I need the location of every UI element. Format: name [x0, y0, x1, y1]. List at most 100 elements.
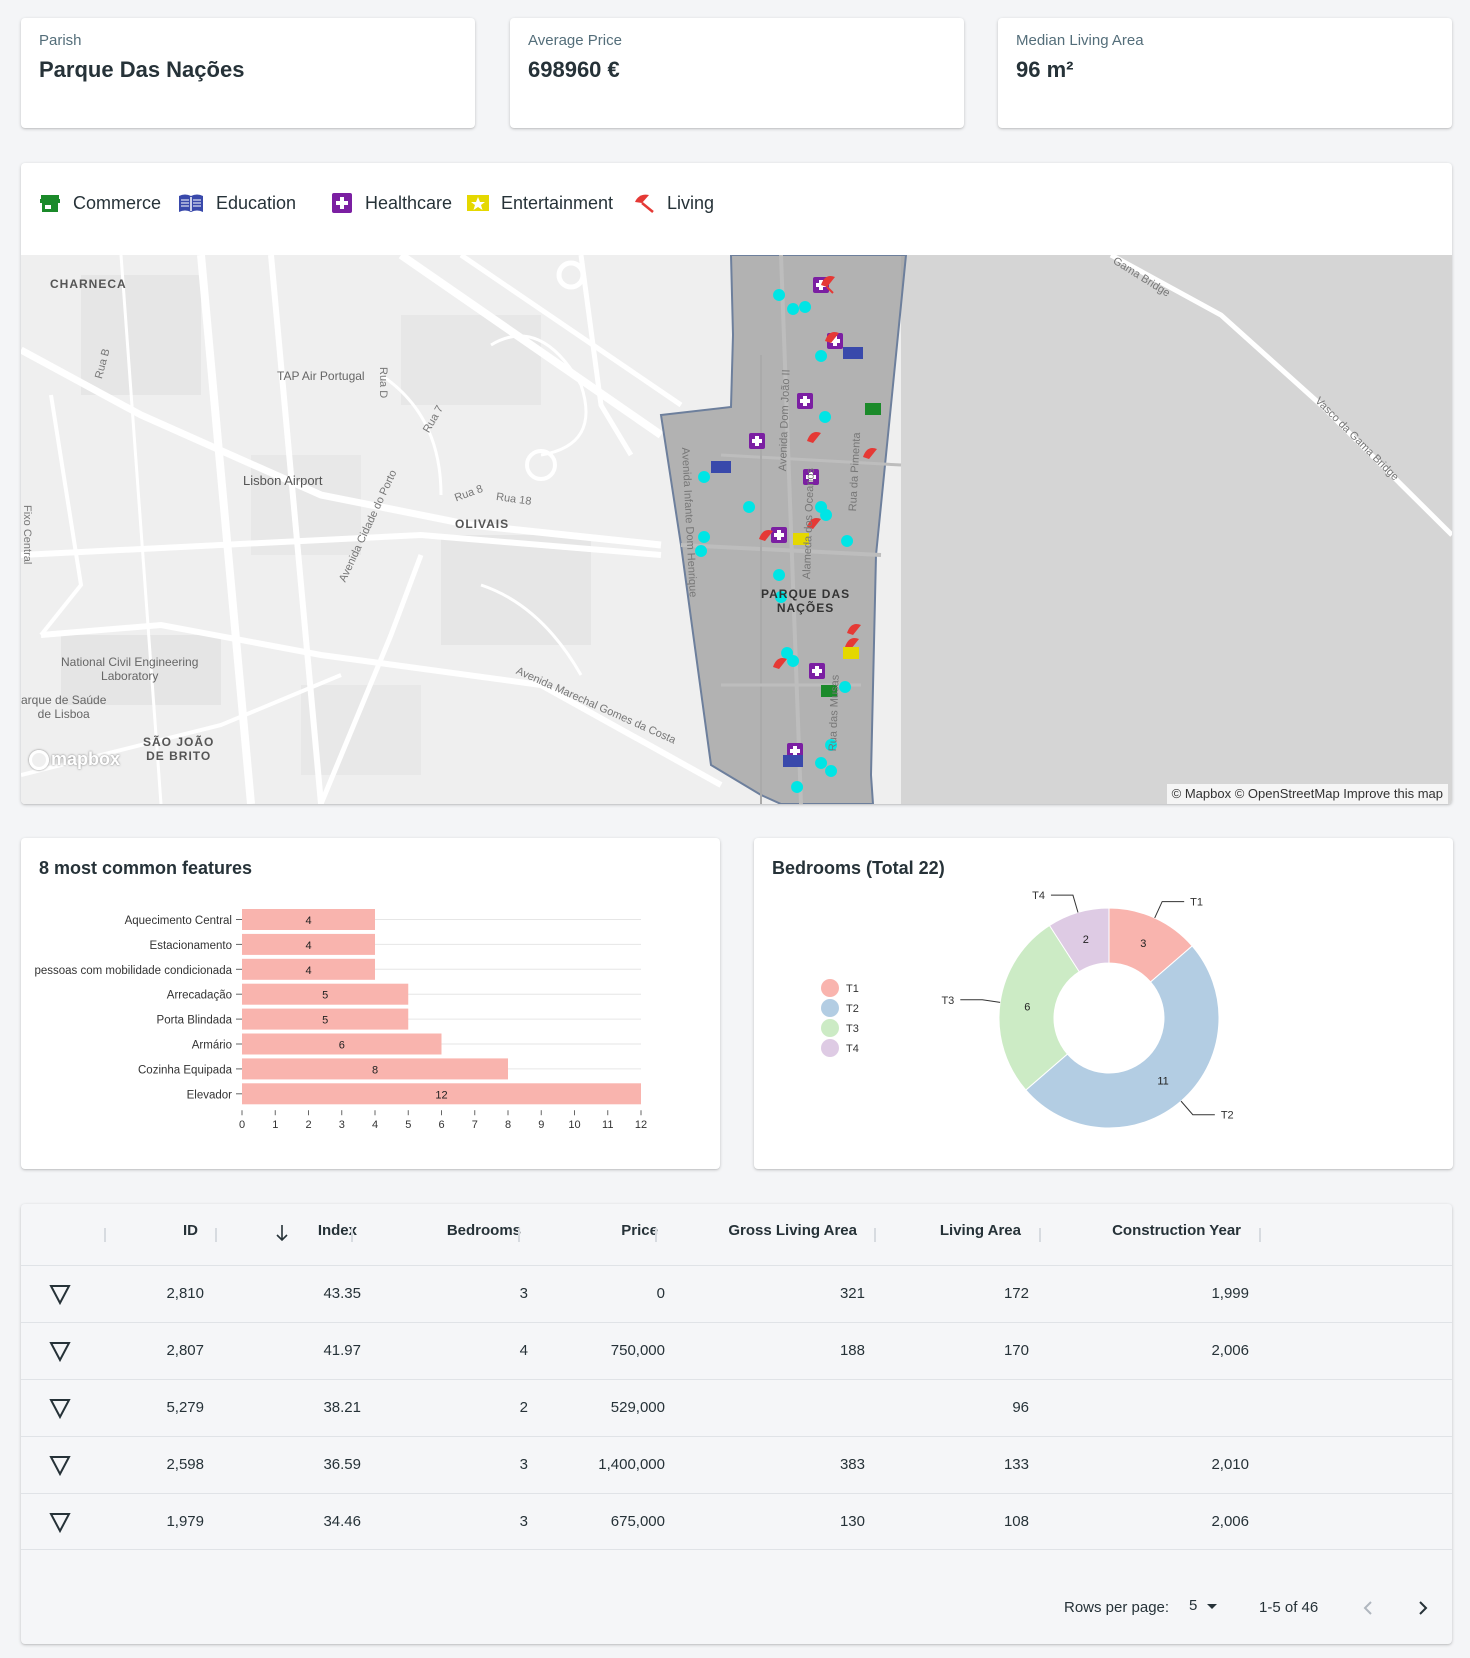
- stat-value: Parque Das Nações: [39, 57, 245, 82]
- mapbox-logo-icon: [29, 749, 49, 770]
- cell-construction-year: 1,999: [1211, 1285, 1249, 1302]
- x-tick-label: 3: [339, 1119, 345, 1131]
- legend-swatch: [821, 979, 839, 997]
- header-bedrooms[interactable]: Bedrooms: [401, 1222, 521, 1239]
- slice-value-label: 6: [1024, 1001, 1030, 1013]
- cell-id: 2,598: [166, 1456, 204, 1473]
- cell-index: 41.97: [323, 1342, 361, 1359]
- header-construction-year[interactable]: Construction Year: [1041, 1222, 1241, 1239]
- map-label-tap: TAP Air Portugal: [277, 369, 365, 383]
- next-page-icon[interactable]: [1412, 1598, 1432, 1618]
- stat-label: Average Price: [528, 32, 622, 49]
- category-label: Aquecimento Central: [125, 915, 232, 927]
- book-icon: [179, 194, 203, 212]
- map-legend: Commerce Education Healthcare Entertainm…: [39, 188, 1039, 218]
- cell-living-area: 108: [1003, 1513, 1029, 1530]
- table-row[interactable]: 2,810 43.35 3 0 321 172 1,999: [21, 1265, 1452, 1322]
- map-label-fixo-central: Fixo Central: [21, 505, 33, 565]
- header-price[interactable]: Price: [541, 1222, 658, 1239]
- table-row[interactable]: 2,807 41.97 4 750,000 188 170 2,006: [21, 1322, 1452, 1379]
- poi-markers: [695, 276, 881, 793]
- expand-row-icon[interactable]: [49, 1454, 71, 1476]
- bar-value-label: 12: [435, 1089, 447, 1101]
- bar-value-label: 4: [305, 915, 311, 927]
- x-tick-label: 6: [438, 1119, 444, 1131]
- medical-cross-icon: [332, 193, 352, 213]
- column-separator[interactable]: [104, 1228, 106, 1242]
- store-icon: [40, 195, 60, 212]
- sort-desc-icon[interactable]: [275, 1224, 289, 1247]
- cell-price: 1,400,000: [598, 1456, 665, 1473]
- expand-row-icon[interactable]: [49, 1340, 71, 1362]
- header-gross-living-area[interactable]: Gross Living Area: [661, 1222, 857, 1239]
- slice-name-label: T1: [1190, 897, 1203, 909]
- expand-row-icon[interactable]: [49, 1283, 71, 1305]
- cell-construction-year: 2,006: [1211, 1513, 1249, 1530]
- stat-card-average-price: Average Price 698960 €: [510, 18, 964, 128]
- category-label: Armário: [192, 1040, 232, 1052]
- header-index[interactable]: Index: [291, 1222, 357, 1239]
- column-separator[interactable]: [655, 1228, 657, 1242]
- table-row[interactable]: 5,279 38.21 2 529,000 96: [21, 1379, 1452, 1436]
- legend-swatch: [821, 1039, 839, 1057]
- x-tick-label: 7: [472, 1119, 478, 1131]
- column-separator[interactable]: [215, 1228, 217, 1242]
- map-attribution[interactable]: © Mapbox © OpenStreetMap Improve this ma…: [1166, 784, 1448, 804]
- previous-page-icon[interactable]: [1359, 1598, 1379, 1618]
- expand-row-icon[interactable]: [49, 1511, 71, 1533]
- column-separator[interactable]: [1259, 1228, 1261, 1242]
- label-leader-line: [1050, 894, 1079, 913]
- x-tick-label: 11: [602, 1119, 613, 1131]
- x-tick-label: 0: [239, 1119, 245, 1131]
- cell-living-area: 170: [1003, 1342, 1029, 1359]
- map-label-charneca: CHARNECA: [50, 277, 127, 291]
- cell-price: 0: [656, 1285, 665, 1302]
- map-label-olivais: OLIVAIS: [455, 517, 510, 531]
- stat-label: Median Living Area: [1016, 32, 1144, 49]
- slice-value-label: 3: [1140, 938, 1146, 950]
- column-separator[interactable]: [351, 1228, 353, 1242]
- header-living-area[interactable]: Living Area: [881, 1222, 1021, 1239]
- map-view[interactable]: CHARNECA TAP Air Portugal Lisbon Airport…: [21, 255, 1452, 804]
- legend-healthcare[interactable]: Healthcare: [331, 188, 452, 218]
- stat-value: 698960 €: [528, 57, 620, 82]
- cell-construction-year: 2,010: [1211, 1456, 1249, 1473]
- cell-id: 2,810: [166, 1285, 204, 1302]
- x-tick-label: 5: [405, 1119, 411, 1131]
- cell-bedrooms: 2: [519, 1399, 528, 1416]
- table-pagination: Rows per page: 5 1-5 of 46: [21, 1588, 1452, 1638]
- x-tick-label: 10: [568, 1119, 580, 1131]
- x-tick-label: 9: [538, 1119, 544, 1131]
- label-leader-line: [1180, 1100, 1215, 1116]
- category-label: Arrecadação: [167, 990, 232, 1002]
- column-separator[interactable]: [518, 1228, 520, 1242]
- category-label: Cozinha Equipada: [138, 1064, 233, 1076]
- legend-entertainment[interactable]: Entertainment: [467, 188, 613, 218]
- category-label: pessoas com mobilidade condicionada: [34, 965, 232, 977]
- beach-umbrella-icon: [635, 194, 654, 213]
- mapbox-logo[interactable]: mapbox: [29, 749, 120, 770]
- legend-living[interactable]: Living: [633, 188, 714, 218]
- slice-name-label: T2: [1221, 1110, 1234, 1122]
- cell-price: 675,000: [610, 1513, 665, 1530]
- table-row[interactable]: 2,598 36.59 3 1,400,000 383 133 2,010: [21, 1436, 1452, 1493]
- header-id[interactable]: ID: [141, 1222, 198, 1239]
- cell-gross-living-area: 321: [839, 1285, 865, 1302]
- stat-card-median-living-area: Median Living Area 96 m²: [998, 18, 1452, 128]
- rows-per-page-select[interactable]: 5: [1189, 1597, 1219, 1614]
- bar-value-label: 6: [339, 1040, 345, 1052]
- cell-living-area: 96: [1012, 1399, 1029, 1416]
- bar-value-label: 8: [372, 1064, 378, 1076]
- legend-education[interactable]: Education: [178, 188, 296, 218]
- legend-label: T1: [846, 983, 859, 995]
- column-separator[interactable]: [874, 1228, 876, 1242]
- legend-label: T3: [846, 1023, 859, 1035]
- expand-row-icon[interactable]: [49, 1397, 71, 1419]
- table-row[interactable]: 1,979 34.46 3 675,000 130 108 2,006: [21, 1493, 1452, 1550]
- pagination-range: 1-5 of 46: [1259, 1599, 1319, 1616]
- legend-commerce[interactable]: Commerce: [39, 188, 161, 218]
- x-tick-label: 2: [305, 1119, 311, 1131]
- legend-label: T2: [846, 1003, 859, 1015]
- table-header: ID Index Bedrooms Price Gross Living Are…: [21, 1204, 1452, 1265]
- slice-value-label: 2: [1083, 934, 1089, 946]
